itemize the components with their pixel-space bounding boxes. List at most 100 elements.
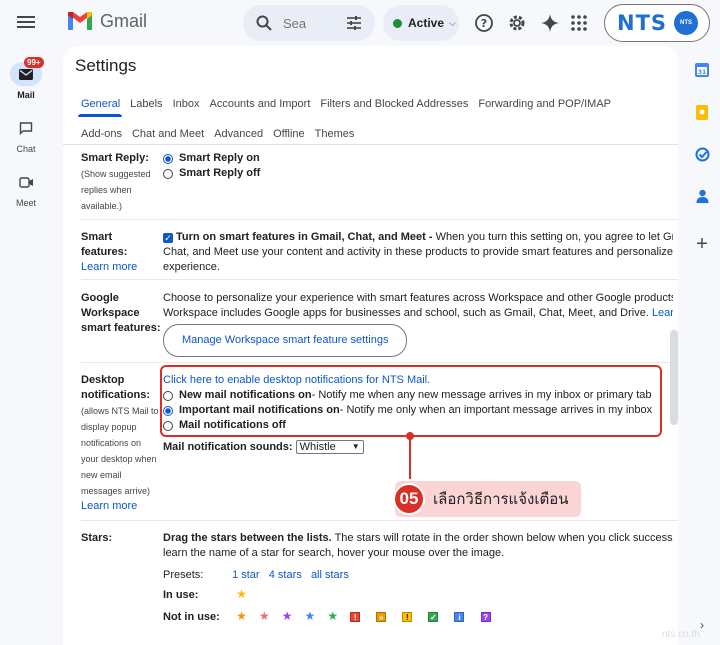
search-input[interactable] <box>283 13 323 33</box>
desktop-notifications-description: (allows NTS Mail to display popup notifi… <box>81 406 159 496</box>
preset-4-stars[interactable]: 4 stars <box>269 569 302 581</box>
status-dot <box>393 18 402 28</box>
stars-label: Stars: <box>81 532 113 544</box>
apps-grid-icon[interactable] <box>568 12 590 34</box>
account-logo-text: NTS <box>617 11 668 35</box>
active-tab-indicator <box>78 114 122 117</box>
keep-app-button[interactable] <box>684 92 720 132</box>
preset-1-star[interactable]: 1 star <box>232 569 260 581</box>
yellow-star-icon[interactable]: ★ <box>236 587 247 602</box>
calendar-app-button[interactable]: 31 <box>684 50 720 90</box>
radio-selected[interactable] <box>163 153 173 164</box>
tab-inbox[interactable]: Inbox <box>173 98 200 110</box>
add-addon-button[interactable]: + <box>684 224 720 264</box>
chevron-down-icon: ⌵ <box>449 17 456 28</box>
account-badge[interactable]: NTS NTS <box>604 4 710 42</box>
green-star-icon[interactable]: ★ <box>327 609 338 624</box>
tab-labels[interactable]: Labels <box>130 98 162 110</box>
tab-themes[interactable]: Themes <box>315 128 355 140</box>
settings-panel: Settings General Labels Inbox Accounts a… <box>63 46 678 645</box>
smart-features-label: Smart features: <box>81 231 128 258</box>
tab-offline[interactable]: Offline <box>273 128 305 140</box>
smart-reply-off-radio[interactable]: Smart Reply off <box>163 166 673 181</box>
gmail-m-icon <box>68 12 92 30</box>
rail-label-chat: Chat <box>16 144 36 154</box>
tab-chat-meet[interactable]: Chat and Meet <box>132 128 204 140</box>
smart-reply-on-radio[interactable]: Smart Reply on <box>163 151 673 166</box>
green-check-icon[interactable]: ✓ <box>428 612 439 622</box>
smart-reply-description: (Show suggested replies when available.) <box>81 169 151 211</box>
smart-features-desc-2: Chat, and Meet use your content and acti… <box>163 246 673 258</box>
search-options-icon[interactable] <box>345 14 363 32</box>
scrollbar-thumb[interactable] <box>670 330 678 425</box>
gemini-sparkle-icon[interactable] <box>539 12 561 34</box>
sound-select-value: Whistle <box>299 441 336 453</box>
preset-all-stars[interactable]: all stars <box>311 569 349 581</box>
orange-guillemet-icon[interactable]: » <box>376 612 387 622</box>
status-dropdown[interactable]: Active ⌵ <box>383 5 459 41</box>
manage-workspace-button[interactable]: Manage Workspace smart feature settings <box>163 324 408 357</box>
smart-features-learn-more[interactable]: Learn more <box>81 261 137 273</box>
purple-question-icon[interactable]: ? <box>480 612 491 622</box>
red-star-icon[interactable]: ★ <box>259 609 270 624</box>
purple-star-icon[interactable]: ★ <box>282 609 293 624</box>
callout-connector-line <box>409 437 411 479</box>
blue-info-icon[interactable]: i <box>454 612 465 622</box>
workspace-desc-2: Workspace includes Google apps for busin… <box>163 307 649 319</box>
rail-item-chat[interactable]: Chat <box>0 116 52 154</box>
chevron-right-icon: › <box>700 618 704 632</box>
section-divider <box>81 362 678 363</box>
settings-gear-icon[interactable] <box>506 12 528 34</box>
yellow-bang-icon[interactable]: ! <box>402 612 413 622</box>
sound-select[interactable]: Whistle ▼ <box>295 440 364 454</box>
workspace-learn-more[interactable]: Learn m <box>652 307 673 319</box>
smart-reply-section: Smart Reply: (Show suggested replies whe… <box>81 151 161 214</box>
main-menu-icon[interactable] <box>15 13 37 35</box>
help-icon[interactable]: ? <box>473 12 495 34</box>
radio-unselected[interactable] <box>163 168 173 179</box>
step-callout: 05 เลือกวิธีการแจ้งเตือน <box>393 481 581 517</box>
tab-addons[interactable]: Add-ons <box>81 128 122 140</box>
search-bar[interactable] <box>243 5 375 41</box>
smart-features-body: ✓ Turn on smart features in Gmail, Chat, … <box>163 230 673 275</box>
watermark: nts.co.th <box>662 629 700 640</box>
red-bang-icon[interactable]: ! <box>350 612 361 622</box>
page-title: Settings <box>75 56 137 75</box>
chat-icon <box>19 121 33 135</box>
rail-item-mail[interactable]: 99+ Mail <box>0 57 52 100</box>
desktop-learn-more[interactable]: Learn more <box>81 500 137 512</box>
rail-item-meet[interactable]: Meet <box>0 170 52 208</box>
highlight-box <box>160 365 662 437</box>
tab-general[interactable]: General <box>81 98 120 110</box>
smart-features-section: Smart features: Learn more <box>81 230 161 275</box>
search-icon[interactable] <box>255 14 273 32</box>
rail-label-mail: Mail <box>17 90 35 100</box>
contacts-app-button[interactable] <box>684 176 720 216</box>
smart-reply-off-label: Smart Reply off <box>179 167 261 179</box>
unread-count-badge: 99+ <box>24 57 44 68</box>
mail-icon <box>19 68 33 80</box>
tab-forwarding[interactable]: Forwarding and POP/IMAP <box>478 98 611 110</box>
smart-reply-label: Smart Reply: <box>81 152 149 164</box>
smart-features-checkbox-label: Turn on smart features in Gmail, Chat, a… <box>176 231 433 243</box>
step-number: 05 <box>393 483 425 515</box>
tasks-app-button[interactable] <box>684 134 720 174</box>
plus-icon: + <box>696 232 708 255</box>
tab-filters[interactable]: Filters and Blocked Addresses <box>320 98 468 110</box>
tab-advanced[interactable]: Advanced <box>214 128 263 140</box>
chevron-down-icon: ▼ <box>351 442 360 451</box>
in-use-label: In use: <box>163 589 199 601</box>
top-bar: Gmail Active ⌵ ? NTS NTS <box>0 0 720 48</box>
presets-label: Presets: <box>163 569 204 581</box>
svg-text:31: 31 <box>698 69 706 76</box>
orange-star-icon[interactable]: ★ <box>236 609 247 624</box>
desktop-notifications-section: Desktop notifications: (allows NTS Mail … <box>81 373 161 514</box>
gmail-logo[interactable]: Gmail <box>66 10 147 32</box>
contacts-icon <box>696 189 708 203</box>
blue-star-icon[interactable]: ★ <box>305 609 316 624</box>
tab-accounts-import[interactable]: Accounts and Import <box>209 98 310 110</box>
account-avatar[interactable]: NTS <box>674 11 699 35</box>
desktop-notifications-label: Desktop notifications: <box>81 374 151 401</box>
stars-drag-desc: The stars will rotate in the order shown… <box>331 532 673 544</box>
smart-features-checkbox[interactable]: ✓ <box>163 233 173 243</box>
